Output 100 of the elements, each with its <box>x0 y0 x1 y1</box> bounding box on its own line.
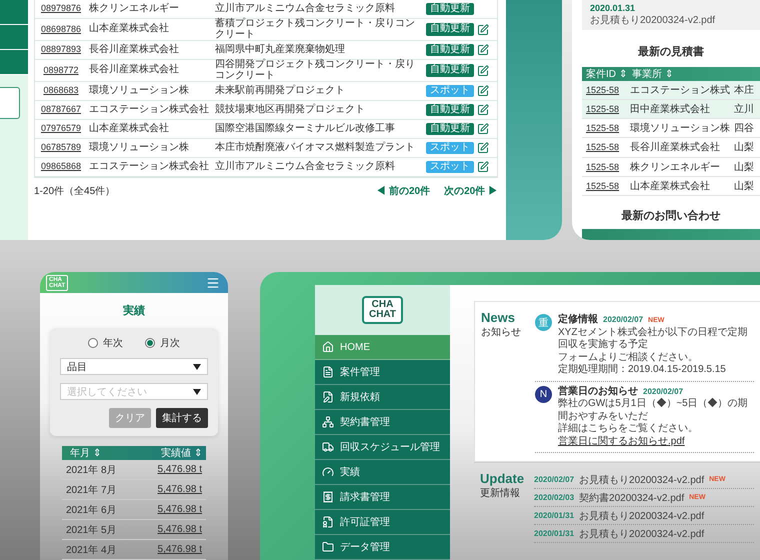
table-cell-text: 四谷開発プロジェクト残コンクリート・戻りコンクリート <box>214 60 416 81</box>
edit-icon[interactable] <box>477 142 489 154</box>
value-link[interactable]: 5,476.98 t <box>158 464 202 475</box>
menu-item[interactable]: 実績 <box>315 460 450 485</box>
table-cell-text: 長谷川産業株式会社 <box>88 65 180 76</box>
table-cell-text: 環境ソリューション株 <box>88 142 190 154</box>
select-field[interactable]: 品目 <box>60 358 208 375</box>
table-cell-text: エコステーション株式 <box>629 84 731 98</box>
badge-document-icon <box>322 516 334 528</box>
table-cell-text: 田中産業株式会社 <box>629 102 711 116</box>
next-page-link[interactable]: 次の20件 ▶ <box>444 184 498 198</box>
menu-item[interactable]: 契約書管理 <box>315 410 450 435</box>
table-cell-text: 環境ソリューション株 <box>88 86 190 96</box>
table-cell-text: 2021年 4月 <box>66 544 117 556</box>
table-row[interactable]: 1525-58 株クリンエネルギー 山梨 <box>582 158 760 177</box>
radio-option[interactable]: 年次 <box>88 336 123 350</box>
file-name: お見積もり20200324-v2.pdf <box>579 474 704 486</box>
case-id-link[interactable]: 0868683 <box>35 86 87 96</box>
table-cell-text: 立川市アルミニウム合金セラミック原料 <box>214 162 396 172</box>
sidebar-item[interactable] <box>0 0 28 25</box>
edit-icon[interactable] <box>477 85 489 97</box>
case-id-link[interactable]: 06785789 <box>35 143 87 153</box>
table-cell-text: 四谷 <box>734 122 755 136</box>
column-header[interactable]: 年月 ⇕ <box>66 446 101 460</box>
sidebar-button[interactable] <box>0 87 20 119</box>
file-date: 2020.01.31 <box>590 3 636 13</box>
table-cell-text: 株クリンエネルギー <box>629 160 721 174</box>
section-title: 最新の見積書 <box>637 44 705 59</box>
case-id-link[interactable]: 1525-58 <box>582 142 628 152</box>
section-subheading: お知らせ <box>481 326 522 339</box>
edit-icon[interactable] <box>477 44 489 56</box>
caret-icon <box>193 388 201 394</box>
table-row[interactable]: 1525-58 山本産業株式会社 山梨 <box>582 176 760 196</box>
case-id-link[interactable]: 1525-58 <box>582 162 628 172</box>
value-link[interactable]: 5,476.98 t <box>158 504 202 515</box>
edit-icon[interactable] <box>477 123 489 135</box>
table-cell-text: 株クリンエネルギー <box>88 4 180 14</box>
section-heading: Update <box>480 471 526 486</box>
document-icon <box>322 366 334 378</box>
case-id-link[interactable]: 07976579 <box>35 124 87 134</box>
news-title: 定修情報 <box>558 314 598 326</box>
table-cell-text: 2021年 7月 <box>66 484 117 496</box>
previous-page-link[interactable]: ◀ 前の20件 <box>376 184 430 198</box>
radio-option[interactable]: 月次 <box>145 336 180 350</box>
menu-item[interactable]: 請求書管理 <box>315 485 450 510</box>
table-row[interactable]: 1525-58 エコステーション株式 本庄 <box>582 81 760 100</box>
table-cell-text: 2021年 5月 <box>66 524 117 536</box>
menu-item[interactable]: データ管理 <box>315 535 450 560</box>
table-cell-text: 福岡県中町丸産業廃棄物処理 <box>214 44 346 56</box>
menu-item[interactable]: 新規依頼 <box>315 385 450 410</box>
value-link[interactable]: 5,476.98 t <box>158 484 202 495</box>
table-cell-text: 国際空港国際線ターミナルビル改修工事 <box>214 124 396 134</box>
edit-icon[interactable] <box>477 64 489 76</box>
column-header[interactable]: 事業所 ⇕ <box>628 67 734 82</box>
case-id-link[interactable]: 1525-58 <box>582 85 628 96</box>
table-cell-text: 長谷川産業株式会社 <box>88 44 180 56</box>
avatar: N <box>535 386 552 402</box>
value-link[interactable]: 5,476.98 t <box>158 524 202 535</box>
house-icon <box>322 341 334 353</box>
case-id-link[interactable]: 08897893 <box>35 45 87 55</box>
submit-button[interactable]: 集計する <box>156 408 208 428</box>
file-name: お見積もり20200324-v2.pdf <box>590 14 716 27</box>
update-date: 2020/01/31 <box>534 511 574 520</box>
contract-tag: スポット <box>426 142 474 154</box>
menu-item[interactable]: 案件管理 <box>315 360 450 385</box>
menu-icon[interactable] <box>206 276 220 290</box>
column-header[interactable]: 実績値 ⇕ <box>157 446 202 460</box>
edit-icon[interactable] <box>477 161 489 173</box>
radio-button[interactable] <box>88 338 98 348</box>
document-pen-icon <box>322 391 334 403</box>
column-header[interactable]: 案件ID ⇕ <box>582 67 628 82</box>
menu-item[interactable]: 許可証管理 <box>315 510 450 535</box>
table-cell-text: 本庄市焼酎廃液バイオマス燃料製造プラント <box>214 142 416 154</box>
radio-button[interactable] <box>145 338 155 348</box>
file-link[interactable]: 営業日に関するお知らせ.pdf <box>558 436 685 448</box>
table-cell-text: 本庄 <box>734 84 755 98</box>
sidebar-item[interactable] <box>0 50 28 75</box>
folder-icon <box>322 541 334 553</box>
table-row[interactable]: 1525-58 田中産業株式会社 立川 <box>582 100 760 120</box>
contract-tag: スポット <box>426 160 474 174</box>
case-id-link[interactable]: 08698786 <box>35 24 87 34</box>
case-id-link[interactable]: 08787667 <box>35 105 87 115</box>
caret-icon <box>193 364 201 370</box>
case-id-link[interactable]: 0898772 <box>35 66 87 76</box>
menu-item[interactable]: 回収スケジュール管理 <box>315 435 450 460</box>
edit-icon[interactable] <box>477 24 489 36</box>
case-id-link[interactable]: 1525-58 <box>582 180 628 191</box>
news-title: 営業日のお知らせ <box>558 386 638 398</box>
value-link[interactable]: 5,476.98 t <box>158 544 202 555</box>
table-cell-text: 山本産業株式会社 <box>88 124 170 134</box>
table-cell-text: 2021年 8月 <box>66 464 117 476</box>
sidebar-item[interactable] <box>0 25 28 50</box>
case-id-link[interactable]: 08979876 <box>35 4 87 14</box>
contract-tag: 自動更新 <box>426 104 474 116</box>
network-icon <box>322 416 334 428</box>
case-id-link[interactable]: 09865868 <box>35 162 87 172</box>
edit-icon[interactable] <box>477 104 489 116</box>
case-id-link[interactable]: 1525-58 <box>582 104 628 114</box>
file-name: 契約書20200324-v2.pdf <box>579 492 684 504</box>
case-id-link[interactable]: 1525-58 <box>582 123 628 134</box>
